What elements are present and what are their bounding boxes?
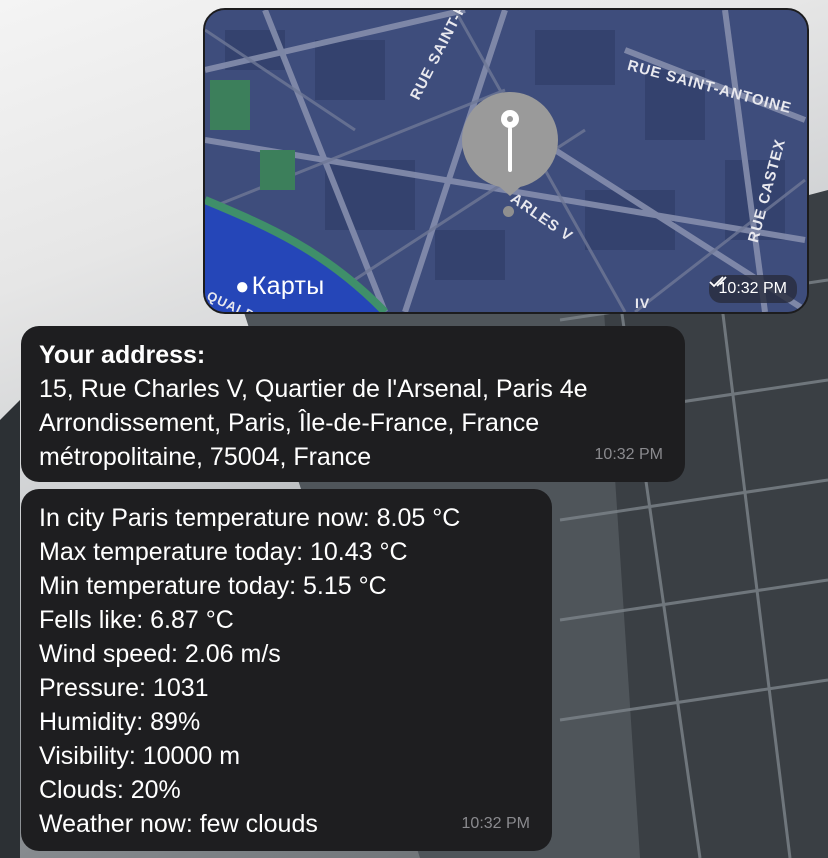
weather-line-visibility: Visibility: 10000 m (39, 742, 241, 770)
weather-line-max-temp: Max temperature today: 10.43 °C (39, 538, 408, 566)
weather-line-clouds: Clouds: 20% (39, 776, 181, 804)
message-time: 10:32 PM (461, 815, 530, 832)
maps-logo: ● Карты (235, 272, 325, 301)
double-check-icon (708, 276, 727, 288)
location-pin-tail (492, 180, 528, 196)
apple-logo-icon: ● (235, 272, 250, 300)
location-map-message[interactable]: RUE SAINT-PAUL RUE SAINT-ANTOINE RUE CAS… (203, 8, 809, 314)
pin-head (501, 110, 519, 128)
street-label-bottom: IV (635, 295, 651, 311)
message-time: 10:32 PM (594, 446, 663, 463)
address-line: Arrondissement, Paris, Île-de-France, Fr… (39, 409, 540, 437)
weather-line-feels-like: Fells like: 6.87 °C (39, 606, 234, 634)
weather-line-temperature: In city Paris temperature now: 8.05 °C (39, 504, 461, 532)
weather-line-min-temp: Min temperature today: 5.15 °C (39, 572, 387, 600)
address-heading: Your address: (39, 341, 206, 369)
weather-line-humidity: Humidity: 89% (39, 708, 201, 736)
maps-logo-text: Карты (251, 272, 325, 300)
weather-line-wind: Wind speed: 2.06 m/s (39, 640, 281, 668)
address-line: 15, Rue Charles V, Quartier de l'Arsenal… (39, 375, 588, 403)
weather-message[interactable]: In city Paris temperature now: 8.05 °C M… (21, 489, 552, 851)
pin-needle (508, 127, 512, 172)
weather-line-pressure: Pressure: 1031 (39, 674, 209, 702)
address-message[interactable]: Your address: 15, Rue Charles V, Quartie… (21, 326, 685, 482)
message-time-badge: 10:32 PM (708, 275, 797, 303)
location-dot (503, 206, 514, 217)
address-line: métropolitaine, 75004, France (39, 443, 372, 471)
